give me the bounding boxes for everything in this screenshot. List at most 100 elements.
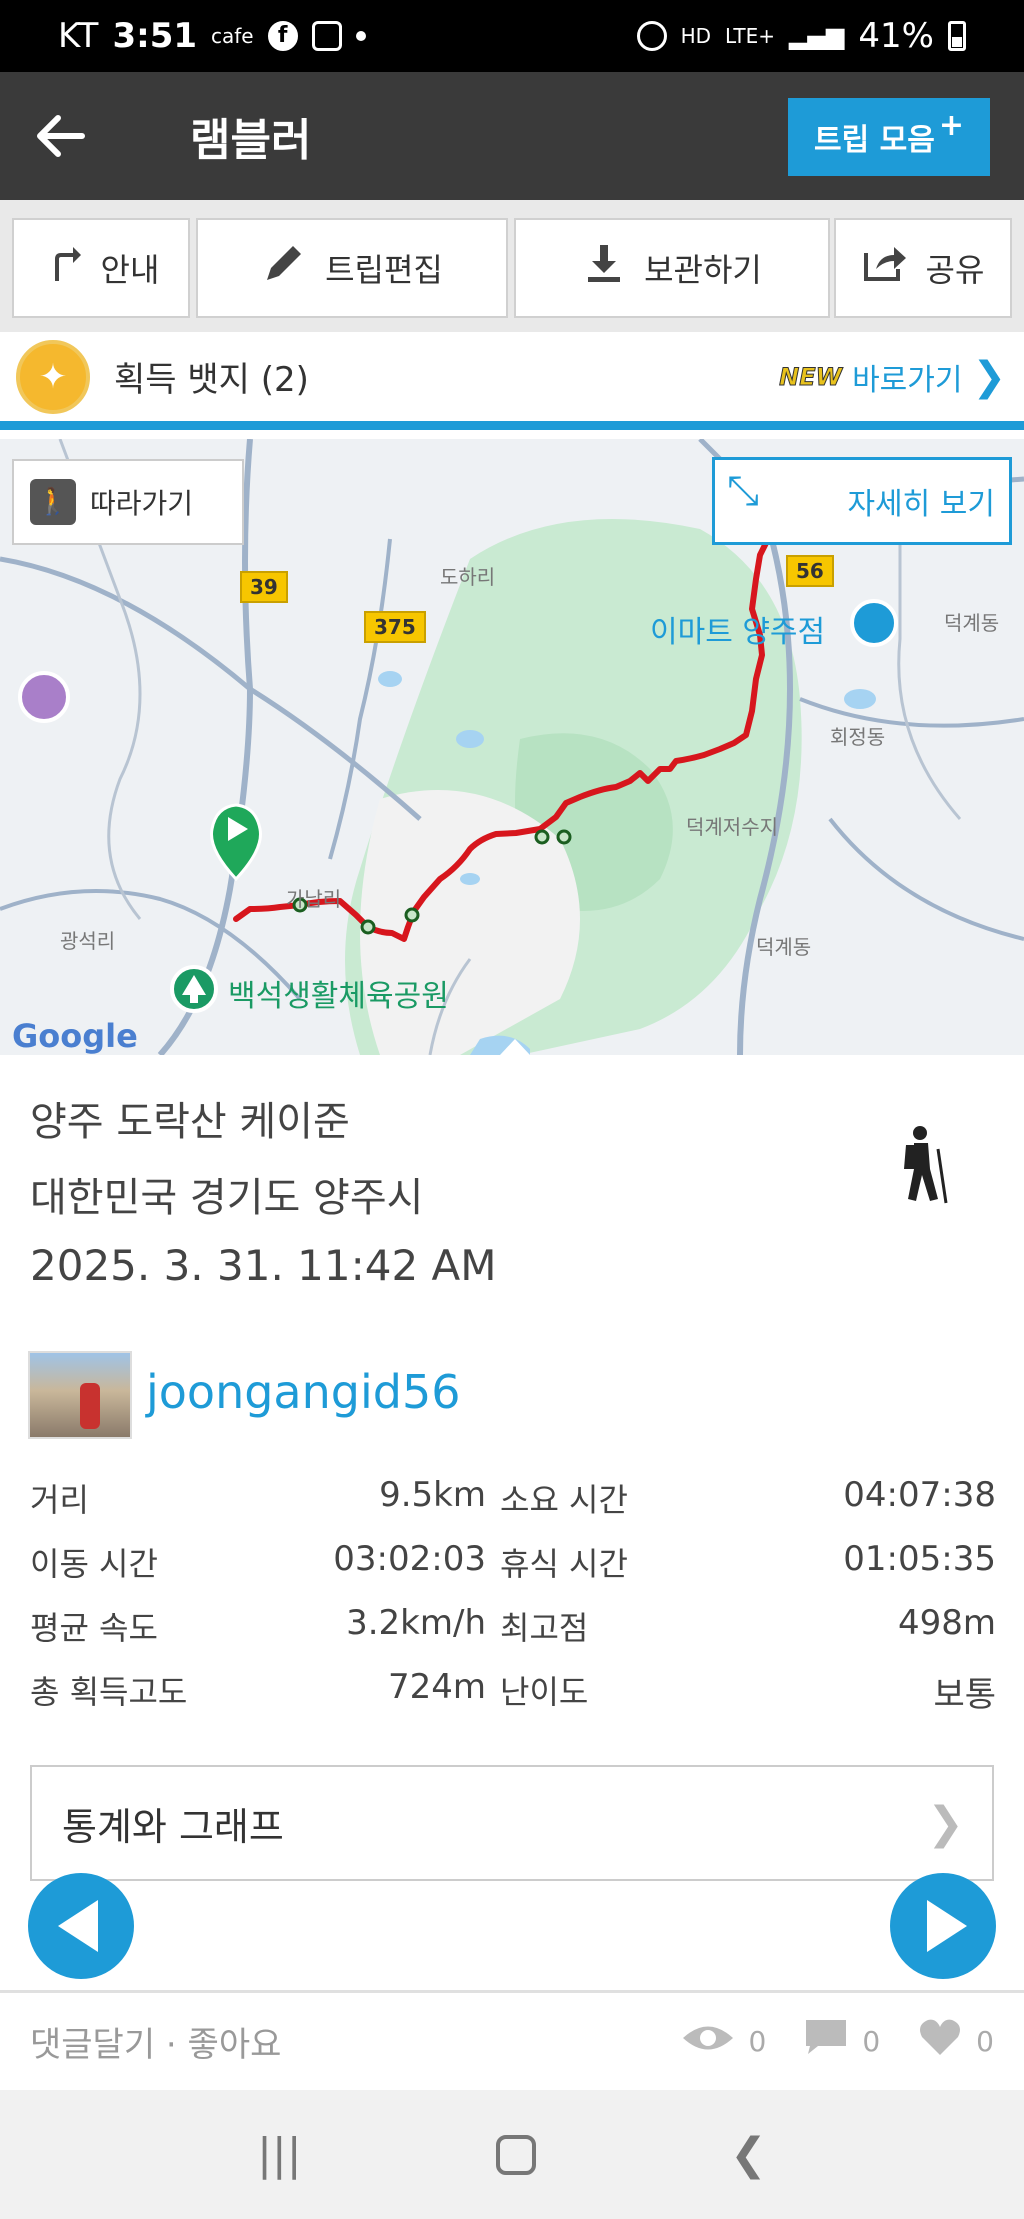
stat-value: 03:02:03 [333, 1539, 486, 1579]
new-tag: NEW [779, 362, 843, 391]
page-title: 램블러 [190, 115, 312, 166]
stat-label: 난이도 [500, 1673, 589, 1711]
plus-icon: + [938, 107, 964, 143]
calendar-icon [311, 21, 342, 51]
trip-date: 2025. 3. 31. 11:42 AM [30, 1241, 497, 1290]
place-label: 덕계저수지 [686, 815, 778, 839]
badge-count-label: 획득 뱃지 (2) [114, 360, 309, 400]
counters: 0 0 0 [681, 2017, 994, 2066]
comments-count: 0 [862, 2025, 881, 2058]
share-icon [862, 243, 908, 293]
trip-collection-label: 트립 모음 [814, 123, 935, 158]
stat-value: 01:05:35 [843, 1539, 996, 1579]
comment-icon [804, 2018, 848, 2065]
stat-value: 04:07:38 [843, 1475, 996, 1515]
back-icon[interactable]: ❮ [730, 2129, 767, 2180]
cafe-label: cafe [211, 24, 254, 48]
stat-label: 거리 [30, 1481, 89, 1519]
view-detail-button[interactable]: ⤡ 자세히 보기 [712, 457, 1012, 545]
previous-trip-button[interactable] [28, 1873, 134, 1979]
system-navigation-bar: ||| ❮ [0, 2090, 1024, 2219]
play-right-icon [927, 1900, 967, 1952]
stat-label: 최고점 [500, 1609, 589, 1647]
stats-graph-button[interactable]: 통계와 그래프 ❯ [30, 1765, 994, 1881]
stat-row: 평균 속도 3.2km/h 최고점 498m [30, 1603, 996, 1667]
signal-icon: ▂▄▆ [789, 22, 845, 50]
place-label: 가납리 [286, 887, 342, 911]
stat-label: 평균 속도 [30, 1609, 158, 1647]
stat-row: 거리 9.5km 소요 시간 04:07:38 [30, 1475, 996, 1539]
stat-label: 총 획득고도 [30, 1673, 188, 1711]
username-link[interactable]: joongangid56 [146, 1365, 460, 1419]
carrier-label: KT [58, 16, 99, 56]
shortcut-label: 바로가기 [852, 362, 963, 398]
place-label: 덕계동 [944, 611, 1000, 635]
share-button[interactable]: 공유 [834, 218, 1012, 318]
facebook-icon: f [267, 21, 298, 51]
guide-label: 안내 [100, 251, 160, 289]
place-label: 광석리 [60, 929, 116, 953]
status-bar: KT 3:51 cafe f HD LTE+ ▂▄▆ 41% [0, 0, 1024, 72]
view-detail-label: 자세히 보기 [847, 487, 995, 522]
road-39-badge: 39 [240, 571, 288, 603]
stats-table: 거리 9.5km 소요 시간 04:07:38 이동 시간 03:02:03 휴… [30, 1475, 996, 1731]
stat-label: 이동 시간 [30, 1545, 158, 1583]
road-56-badge: 56 [786, 555, 834, 587]
alarm-icon [636, 21, 667, 51]
place-label: 회정동 [830, 725, 886, 749]
next-trip-button[interactable] [890, 1873, 996, 1979]
clock: 3:51 [112, 16, 198, 56]
stat-row: 총 획득고도 724m 난이도 보통 [30, 1667, 996, 1731]
place-label: 도하리 [440, 565, 496, 589]
save-trip-label: 보관하기 [644, 251, 762, 289]
share-label: 공유 [925, 251, 985, 289]
avatar-figure [80, 1383, 100, 1429]
network-label: LTE+ [725, 24, 776, 48]
guide-button[interactable]: 안내 [12, 218, 190, 318]
app-header: 램블러 트립 모음 + [0, 72, 1024, 200]
turn-arrow-icon [43, 243, 83, 293]
trip-title: 양주 도락산 케이준 [30, 1099, 350, 1145]
edit-trip-button[interactable]: 트립편집 [196, 218, 508, 318]
stat-value: 보통 [933, 1675, 996, 1715]
hd-icon: HD [680, 24, 712, 48]
save-trip-button[interactable]: 보관하기 [514, 218, 830, 318]
trip-collection-button[interactable]: 트립 모음 + [788, 98, 990, 176]
pencil-icon [261, 240, 307, 296]
walker-icon: 🚶 [30, 479, 76, 525]
comment-like-link[interactable]: 댓글달기 · 좋아요 [30, 2017, 281, 2066]
park-label: 백석생활체육공원 [228, 979, 449, 1014]
follow-label: 따라가기 [90, 487, 194, 520]
battery-icon [948, 21, 966, 51]
stat-label: 휴식 시간 [500, 1545, 628, 1583]
stat-value: 724m [387, 1667, 486, 1707]
chevron-right-icon: ❯ [972, 353, 1006, 400]
badge-row[interactable]: ✦ 획득 뱃지 (2) NEW 바로가기 ❯ [0, 332, 1024, 430]
play-left-icon [58, 1900, 98, 1952]
battery-label: 41% [858, 16, 934, 56]
views-count: 0 [748, 2025, 767, 2058]
stat-value: 9.5km [379, 1475, 486, 1515]
heart-icon [918, 2017, 962, 2066]
chevron-right-icon: ❯ [927, 1797, 964, 1849]
stats-graph-label: 통계와 그래프 [62, 1804, 284, 1849]
action-toolbar: 안내 트립편집 보관하기 공유 [0, 200, 1024, 332]
avatar[interactable] [28, 1351, 132, 1439]
home-icon[interactable] [495, 2134, 536, 2175]
route-map[interactable]: 39 375 56 도하리 덕계동 회정동 덕계저수지 가납리 광석리 덕계동 … [0, 439, 1024, 1055]
stat-value: 3.2km/h [346, 1603, 486, 1643]
likes-count: 0 [976, 2025, 994, 2058]
trip-info-section: 양주 도락산 케이준 대한민국 경기도 양주시 2025. 3. 31. 11:… [0, 1055, 1024, 1985]
back-arrow-icon[interactable] [0, 72, 120, 200]
trip-location: 대한민국 경기도 양주시 [30, 1175, 424, 1221]
badge-shortcut-link[interactable]: NEW 바로가기 ❯ [779, 354, 1006, 400]
recent-apps-icon[interactable]: ||| [257, 2129, 301, 2180]
stat-row: 이동 시간 03:02:03 휴식 시간 01:05:35 [30, 1539, 996, 1603]
stat-value: 498m [897, 1603, 996, 1643]
google-logo: Google [12, 1017, 138, 1055]
notification-dot-icon [355, 31, 366, 41]
emart-label: 이마트 양주점 [650, 615, 826, 650]
stat-label: 소요 시간 [500, 1481, 628, 1519]
road-375-badge: 375 [364, 611, 426, 643]
follow-button[interactable]: 🚶 따라가기 [12, 459, 244, 545]
